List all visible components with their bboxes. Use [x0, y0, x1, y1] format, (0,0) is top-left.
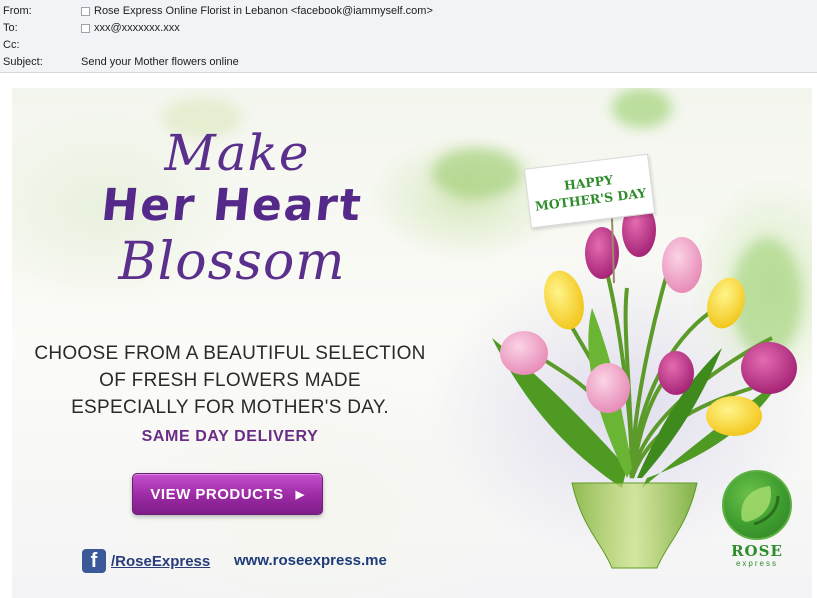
email-header: From: Rose Express Online Florist in Leb…	[0, 0, 817, 73]
same-day-delivery: SAME DAY DELIVERY	[141, 428, 319, 445]
leaf-icon	[741, 486, 780, 526]
from-address[interactable]: Rose Express Online Florist in Lebanon <…	[94, 4, 433, 19]
promo-copy-line: CHOOSE FROM A BEAUTIFUL SELECTION	[34, 343, 426, 364]
from-label: From:	[3, 5, 32, 17]
website-link[interactable]: www.roseexpress.me	[234, 552, 387, 569]
to-address[interactable]: xxx@xxxxxxx.xxx	[94, 21, 180, 36]
promo-copy: CHOOSE FROM A BEAUTIFUL SELECTION OF FRE…	[30, 340, 430, 421]
rose-express-logo: ROSE express	[720, 470, 794, 569]
headline: Make Her Heart Blossom	[82, 126, 382, 292]
header-to-row: To: xxx@xxxxxxx.xxx	[0, 21, 817, 36]
header-cc-row: Cc:	[0, 38, 817, 53]
from-value[interactable]: Rose Express Online Florist in Lebanon <…	[81, 4, 433, 19]
background-leaf	[612, 88, 672, 128]
subject-value: Send your Mother flowers online	[81, 56, 239, 68]
view-products-label: VIEW PRODUCTS	[150, 485, 284, 503]
header-from-row: From: Rose Express Online Florist in Leb…	[0, 4, 817, 19]
arrow-right-icon: ▶	[295, 488, 305, 501]
facebook-icon[interactable]: f	[82, 549, 106, 573]
checkbox-icon[interactable]	[81, 23, 90, 33]
headline-blossom: Blossom	[118, 232, 346, 292]
email-body: Make Her Heart Blossom CHOOSE FROM A BEA…	[0, 73, 817, 598]
headline-her-heart: Her Heart	[98, 180, 366, 231]
headline-make: Make	[164, 124, 310, 182]
to-label: To:	[3, 22, 18, 34]
promo-copy-line: ESPECIALLY FOR MOTHER'S DAY.	[71, 397, 389, 418]
facebook-link[interactable]: /RoseExpress	[111, 553, 210, 570]
header-subject-row: Subject: Send your Mother flowers online	[0, 55, 817, 70]
rose-express-logo-mark	[722, 470, 792, 540]
facebook-link-group[interactable]: f /RoseExpress	[82, 549, 210, 573]
to-value[interactable]: xxx@xxxxxxx.xxx	[81, 21, 180, 36]
promo-banner: Make Her Heart Blossom CHOOSE FROM A BEA…	[12, 88, 812, 598]
logo-name: ROSE	[731, 542, 783, 560]
checkbox-icon[interactable]	[81, 6, 90, 16]
subject-label: Subject:	[3, 56, 43, 68]
cc-label: Cc:	[3, 39, 20, 51]
logo-sub: express	[735, 559, 778, 568]
view-products-button[interactable]: VIEW PRODUCTS ▶	[132, 473, 323, 515]
promo-copy-line: OF FRESH FLOWERS MADE	[99, 370, 361, 391]
glass-vase	[571, 482, 698, 569]
